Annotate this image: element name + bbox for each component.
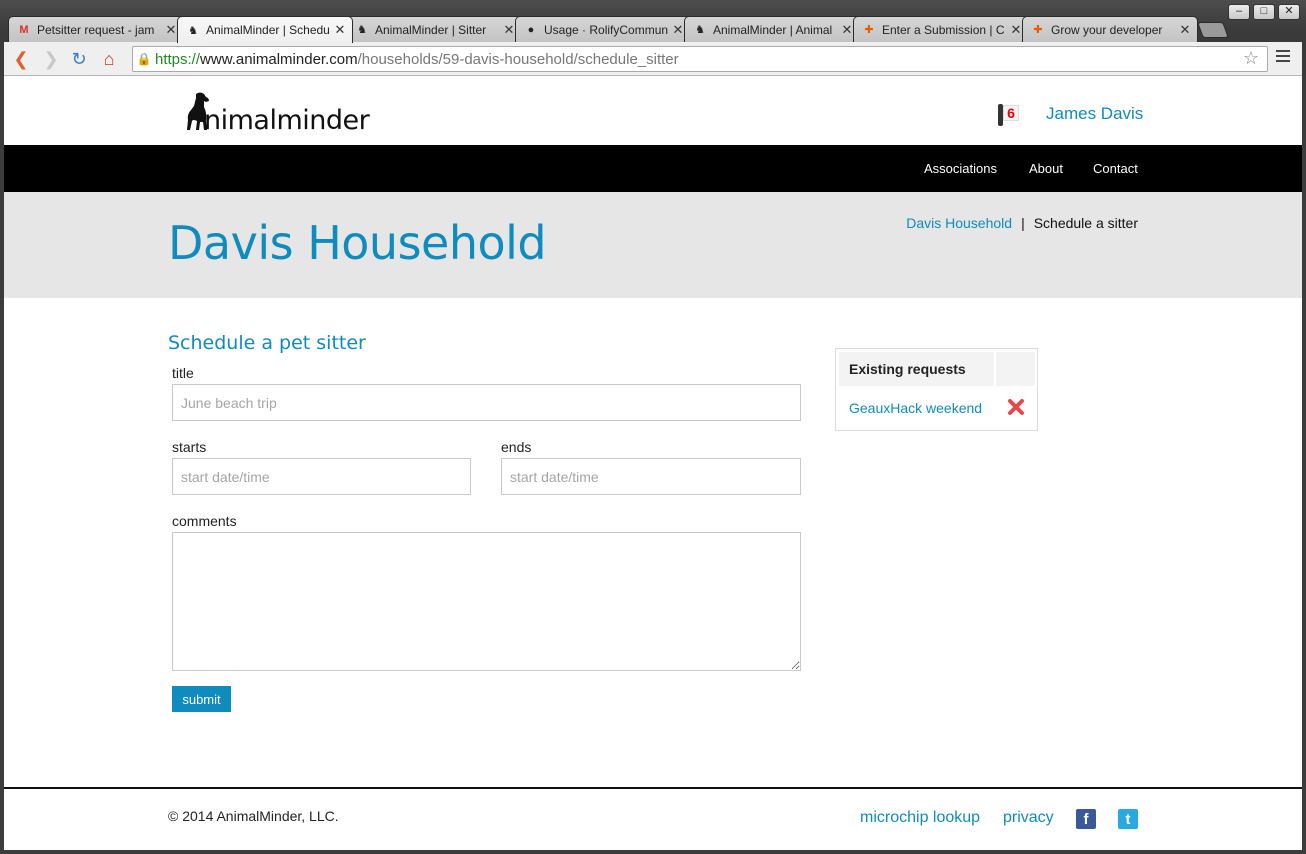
puzzle-icon: ✚ — [1033, 24, 1043, 36]
url-scheme: https:// — [155, 50, 201, 68]
nav-contact[interactable]: Contact — [1093, 161, 1138, 176]
tab-title: Grow your developer — [1051, 22, 1163, 37]
site-footer: © 2014 AnimalMinder, LLC. microchip look… — [4, 787, 1302, 850]
minimize-button[interactable]: – — [1228, 4, 1250, 20]
animalminder-icon: ♞ — [695, 24, 705, 36]
microchip-lookup-link[interactable]: microchip lookup — [860, 809, 980, 827]
tab-title: AnimalMinder | Schedule — [206, 23, 330, 37]
starts-label: starts — [172, 439, 207, 455]
title-input[interactable] — [172, 384, 801, 421]
close-tab-icon[interactable]: ✕ — [841, 22, 853, 38]
maximize-button[interactable]: □ — [1253, 4, 1275, 20]
close-tab-icon[interactable]: ✕ — [1010, 22, 1022, 38]
site-header: nimalminder 6 James Davis — [4, 76, 1302, 145]
reload-icon[interactable]: ↻ — [68, 48, 90, 70]
submit-button[interactable]: submit — [172, 686, 231, 712]
home-icon[interactable]: ⌂ — [98, 48, 120, 70]
main-content: Schedule a pet sitter title starts ends … — [4, 298, 1302, 788]
animalminder-icon: ♞ — [357, 24, 367, 36]
tab-animal[interactable]: ♞ AnimalMinder | Animal ✕ — [684, 16, 860, 42]
breadcrumb-current: Schedule a sitter — [1033, 215, 1138, 231]
close-tab-icon[interactable]: ✕ — [1179, 22, 1191, 38]
tab-gmail[interactable]: M Petsitter request - jam ✕ — [8, 16, 184, 42]
close-tab-icon[interactable]: ✕ — [334, 22, 346, 38]
address-bar[interactable]: 🔒 https://www.animalminder.com/household… — [132, 46, 1268, 72]
delete-x-icon[interactable] — [1006, 397, 1026, 417]
github-icon: ● — [527, 23, 535, 36]
breadcrumb-household-link[interactable]: Davis Household — [906, 215, 1012, 231]
bookmark-star-icon[interactable]: ☆ — [1243, 48, 1259, 69]
logo-text: nimalminder — [204, 105, 370, 136]
menu-icon[interactable] — [1276, 50, 1290, 64]
browser-chrome: M Petsitter request - jam ✕ ♞ AnimalMind… — [0, 0, 1306, 76]
comments-textarea[interactable] — [172, 532, 801, 671]
browser-toolbar: ❮ ❯ ↻ ⌂ 🔒 https://www.animalminder.com/h… — [4, 42, 1302, 76]
lock-icon: 🔒 — [136, 52, 152, 66]
tab-sitter[interactable]: ♞ AnimalMinder | Sitter ✕ — [346, 16, 522, 42]
animalminder-icon: ♞ — [188, 24, 198, 37]
breadcrumb-separator: | — [1021, 215, 1025, 231]
facebook-icon[interactable]: f — [1076, 809, 1096, 829]
ends-label: ends — [501, 439, 532, 455]
tab-title: AnimalMinder | Animal — [713, 22, 833, 37]
tab-schedule[interactable]: ♞ AnimalMinder | Schedule ✕ — [177, 16, 353, 43]
request-link[interactable]: GeauxHack weekend — [849, 400, 982, 416]
forward-arrow-icon[interactable]: ❯ — [40, 48, 62, 70]
existing-requests-header-cell — [996, 352, 1035, 386]
url-host: www.animalminder.com — [200, 50, 358, 68]
tab-title: Usage · RolifyCommunity — [544, 22, 668, 37]
close-tab-icon[interactable]: ✕ — [503, 22, 515, 38]
tab-title: AnimalMinder | Sitter — [375, 22, 487, 37]
close-tab-icon[interactable]: ✕ — [672, 22, 684, 38]
gmail-icon: M — [19, 23, 29, 36]
existing-requests-panel: Existing requests GeauxHack weekend — [835, 348, 1038, 431]
notification-count: 6 — [1003, 105, 1019, 121]
tab-title: Petsitter request - jam — [37, 22, 155, 37]
twitter-icon[interactable]: t — [1118, 809, 1138, 829]
new-tab-button[interactable] — [1197, 22, 1229, 38]
tab-submission[interactable]: ✚ Enter a Submission | C ✕ — [853, 16, 1029, 42]
form-heading: Schedule a pet sitter — [168, 332, 366, 354]
tab-title: Enter a Submission | C — [882, 22, 1005, 37]
starts-input[interactable] — [172, 458, 471, 495]
page-title: Davis Household — [168, 216, 547, 270]
tab-strip: M Petsitter request - jam ✕ ♞ AnimalMind… — [0, 0, 1306, 43]
close-tab-icon[interactable]: ✕ — [165, 22, 177, 38]
nav-associations[interactable]: Associations — [924, 161, 997, 176]
back-arrow-icon[interactable]: ❮ — [10, 48, 32, 70]
puzzle-icon: ✚ — [864, 24, 874, 36]
comments-label: comments — [172, 513, 237, 529]
existing-requests-heading: Existing requests — [839, 352, 994, 386]
page-viewport: nimalminder 6 James Davis Associations A… — [4, 76, 1302, 850]
copyright-text: © 2014 AnimalMinder, LLC. — [168, 808, 339, 824]
tab-grow[interactable]: ✚ Grow your developer ✕ — [1022, 16, 1198, 42]
url-path: /households/59-davis-household/schedule_… — [357, 50, 679, 68]
close-window-button[interactable]: ✕ — [1278, 4, 1300, 20]
title-label: title — [172, 365, 194, 381]
tab-github[interactable]: ● Usage · RolifyCommunity ✕ — [515, 16, 691, 42]
main-navbar: Associations About Contact — [4, 145, 1302, 192]
ends-input[interactable] — [501, 458, 801, 495]
nav-about[interactable]: About — [1029, 161, 1063, 176]
breadcrumb: Davis Household | Schedule a sitter — [906, 215, 1138, 231]
notification-badge[interactable]: 6 — [998, 103, 1020, 127]
animalminder-logo[interactable]: nimalminder — [182, 90, 378, 136]
page-hero: Davis Household Davis Household | Schedu… — [4, 192, 1302, 298]
user-menu-link[interactable]: James Davis — [1046, 104, 1143, 124]
privacy-link[interactable]: privacy — [1003, 809, 1054, 827]
